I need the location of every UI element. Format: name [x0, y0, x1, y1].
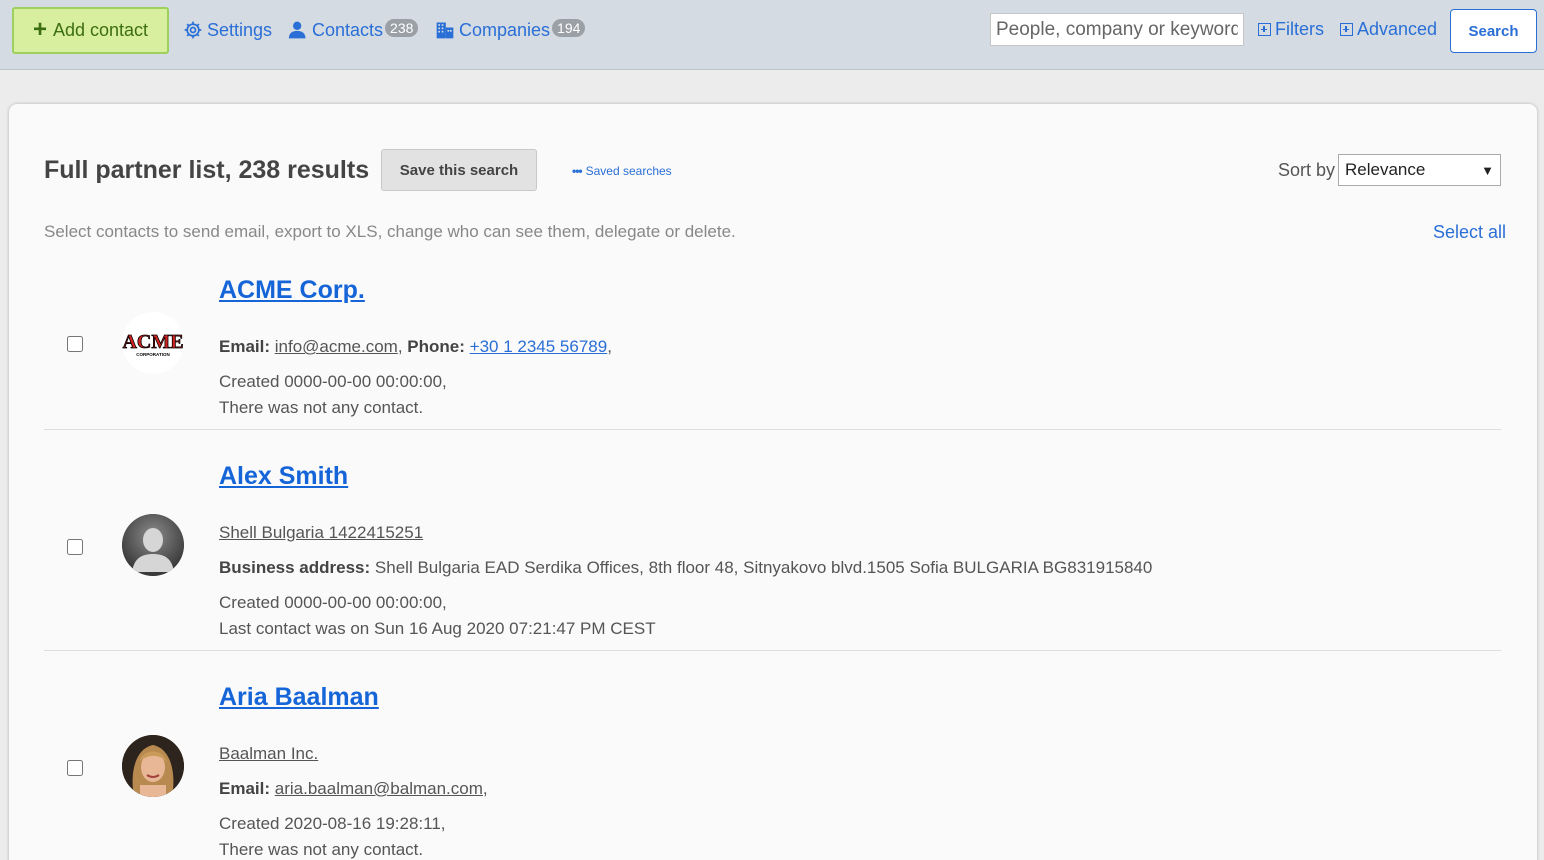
email-link[interactable]: aria.baalman@balman.com [275, 779, 483, 798]
settings-label: Settings [207, 19, 273, 40]
save-search-button[interactable]: Save this search [381, 149, 537, 191]
search-button-label: Search [1468, 22, 1519, 40]
selection-hint: Select contacts to send email, export to… [44, 222, 736, 241]
email-label: Email: [219, 337, 271, 356]
default-avatar [122, 514, 184, 576]
advanced-label: Advanced [1357, 19, 1438, 39]
row-checkbox[interactable] [67, 336, 83, 352]
dots-icon: ••• [572, 164, 583, 178]
address-label: Business address: [219, 558, 371, 577]
created-text: Created 0000-00-00 00:00:00, [219, 372, 447, 391]
sort-value: Relevance [1345, 160, 1426, 179]
last-contact-text: There was not any contact. [219, 398, 424, 417]
building-icon [436, 22, 454, 39]
companies-count-badge: 194 [552, 19, 586, 37]
gear-icon [184, 21, 202, 39]
created-text: Created 0000-00-00 00:00:00, [219, 593, 447, 612]
settings-link[interactable]: Settings [183, 17, 272, 43]
contacts-label: Contacts [312, 19, 384, 40]
select-all-link[interactable]: Select all [1433, 222, 1506, 243]
search-button[interactable]: Search [1450, 9, 1537, 53]
plus-icon: + [32, 15, 47, 43]
email-label: Email: [219, 779, 271, 798]
contact-details: Email: aria.baalman@balman.com, [219, 779, 488, 798]
filters-label: Filters [1275, 19, 1324, 39]
dropdown-arrow-icon: ▼ [1481, 162, 1494, 178]
filters-link[interactable]: Filters [1258, 19, 1324, 40]
add-contact-label: Add contact [52, 20, 149, 40]
sort-by-label: Sort by [1278, 160, 1336, 180]
add-contact-button[interactable]: + Add contact [12, 7, 169, 54]
row-checkbox[interactable] [67, 539, 83, 555]
acme-logo: ACME CORPORATION [122, 312, 184, 374]
email-link[interactable]: info@acme.com [275, 337, 398, 356]
contact-details: Email: info@acme.com, Phone: +30 1 2345 … [219, 337, 612, 356]
row-checkbox[interactable] [67, 760, 83, 776]
top-toolbar: + Add contact Settings Contacts 238 Comp… [0, 0, 1544, 70]
saved-searches-label: Saved searches [585, 164, 672, 178]
contact-name-link[interactable]: ACME Corp. [219, 276, 365, 305]
phone-link[interactable]: +30 1 2345 56789 [470, 337, 608, 356]
advanced-link[interactable]: Advanced [1340, 19, 1437, 40]
svg-text:ACME: ACME [122, 331, 183, 353]
companies-link[interactable]: Companies 194 [435, 17, 586, 43]
phone-label: Phone: [407, 337, 465, 356]
address-text: Shell Bulgaria EAD Serdika Offices, 8th … [374, 558, 1153, 577]
contacts-count-badge: 238 [385, 19, 419, 37]
company-link[interactable]: Shell Bulgaria 1422415251 [219, 523, 423, 542]
page-title: Full partner list, 238 results [44, 156, 370, 184]
company-text: Shell Bulgaria 1422415251 [219, 523, 423, 543]
companies-label: Companies [459, 19, 551, 40]
search-input[interactable] [990, 13, 1244, 46]
address-line: Business address: Shell Bulgaria EAD Ser… [219, 558, 1152, 578]
company-link[interactable]: Baalman Inc. [219, 744, 318, 763]
plus-square-icon [1258, 23, 1271, 36]
plus-square-icon [1340, 23, 1353, 36]
company-text: Baalman Inc. [219, 744, 318, 764]
results-panel: Full partner list, 238 results Save this… [9, 104, 1537, 860]
contacts-link[interactable]: Contacts 238 [288, 17, 419, 43]
last-contact-text: Last contact was on Sun 16 Aug 2020 07:2… [219, 619, 656, 638]
svg-text:CORPORATION: CORPORATION [136, 352, 169, 357]
person-icon [288, 21, 306, 39]
saved-searches-link[interactable]: ••• Saved searches [572, 164, 672, 178]
contact-name-link[interactable]: Alex Smith [219, 462, 348, 491]
last-contact-text: There was not any contact. [219, 840, 424, 859]
contact-name-link[interactable]: Aria Baalman [219, 683, 379, 712]
created-text: Created 2020-08-16 19:28:11, [219, 814, 446, 833]
row-divider [44, 650, 1501, 651]
row-divider [44, 429, 1501, 430]
contact-photo [122, 735, 184, 797]
sort-select[interactable]: Relevance ▼ [1338, 154, 1501, 186]
